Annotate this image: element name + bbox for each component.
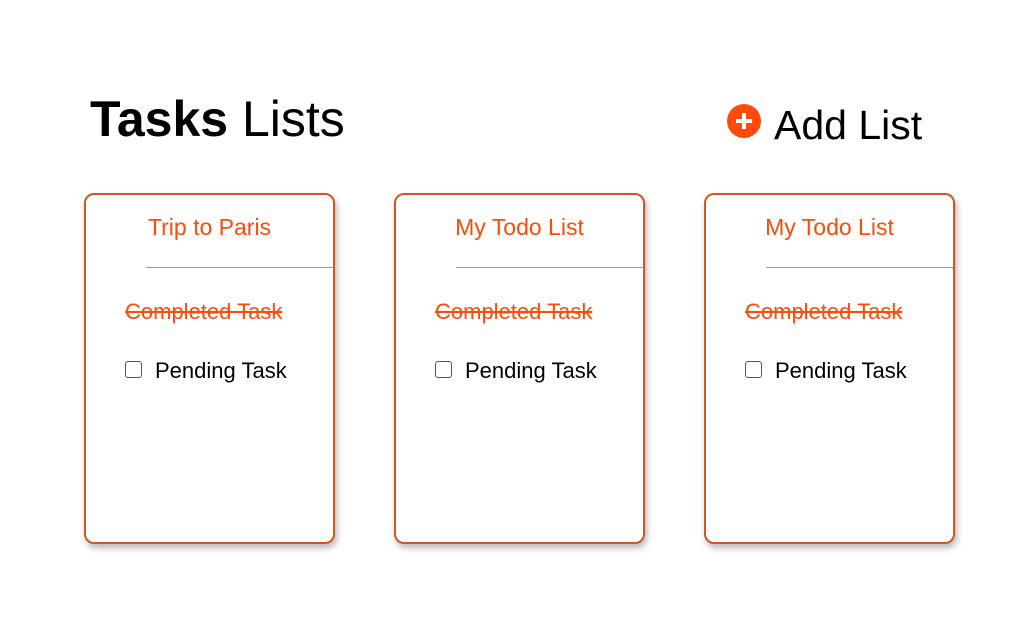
pending-task-label: Pending Task bbox=[465, 358, 597, 383]
task-checkbox[interactable] bbox=[125, 360, 142, 378]
page-title-rest: Lists bbox=[241, 91, 345, 147]
page-title-bold: Tasks bbox=[90, 91, 229, 147]
list-card-divider bbox=[456, 267, 643, 268]
list-card-divider bbox=[766, 267, 953, 268]
task-checkbox[interactable] bbox=[745, 360, 762, 378]
page-title: Tasks Lists bbox=[90, 90, 345, 148]
list-card: My Todo List Completed Task Pending Task bbox=[704, 193, 955, 544]
add-list-label[interactable]: Add List bbox=[774, 101, 922, 149]
list-card-title[interactable]: My Todo List bbox=[706, 213, 953, 241]
pending-task-label: Pending Task bbox=[155, 358, 287, 383]
task-checkbox[interactable] bbox=[435, 360, 452, 378]
pending-task-label: Pending Task bbox=[775, 358, 907, 383]
page: Tasks Lists Add List Trip to Paris Compl… bbox=[0, 0, 1031, 637]
pending-task[interactable]: Pending Task bbox=[435, 358, 597, 384]
plus-circle-icon[interactable] bbox=[727, 104, 761, 138]
list-card-title[interactable]: My Todo List bbox=[396, 213, 643, 241]
completed-task[interactable]: Completed Task bbox=[745, 299, 902, 325]
completed-task[interactable]: Completed Task bbox=[435, 299, 592, 325]
pending-task[interactable]: Pending Task bbox=[745, 358, 907, 384]
list-card-divider bbox=[146, 267, 333, 268]
completed-task[interactable]: Completed Task bbox=[125, 299, 282, 325]
list-card: My Todo List Completed Task Pending Task bbox=[394, 193, 645, 544]
pending-task[interactable]: Pending Task bbox=[125, 358, 287, 384]
list-card-title[interactable]: Trip to Paris bbox=[86, 213, 333, 241]
add-list-button[interactable]: Add List bbox=[727, 101, 922, 149]
list-card: Trip to Paris Completed Task Pending Tas… bbox=[84, 193, 335, 544]
